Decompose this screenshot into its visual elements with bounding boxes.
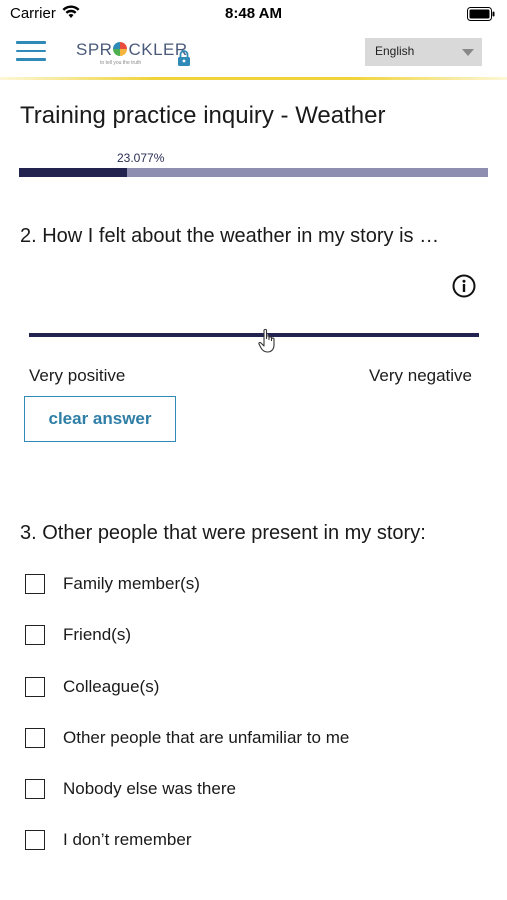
slider-track xyxy=(29,333,479,337)
option-label: Family member(s) xyxy=(63,574,200,593)
logo-sprocket-icon xyxy=(113,42,128,56)
option-label: Other people that are unfamiliar to me xyxy=(63,728,350,747)
scale-max-label: Very negative xyxy=(369,366,473,385)
logo-tagline: to tell you the truth xyxy=(100,60,142,66)
checkbox[interactable] xyxy=(25,574,45,594)
language-selected-value: English xyxy=(375,44,415,58)
option-label: Nobody else was there xyxy=(63,779,236,798)
question-2-text: 2. How I felt about the weather in my st… xyxy=(20,225,440,247)
option-label: Friend(s) xyxy=(63,625,132,644)
language-select[interactable]: English xyxy=(365,38,482,66)
clear-answer-button[interactable]: clear answer xyxy=(24,396,176,442)
logo-wordmark: SPR CKLER xyxy=(76,40,188,59)
status-bar: Carrier 8:48 AM xyxy=(0,0,507,28)
progress-bar-fill xyxy=(19,168,128,177)
progress-label: 23.077% xyxy=(117,151,165,165)
checkbox[interactable] xyxy=(25,830,45,850)
scale-min-label: Very positive xyxy=(29,366,126,385)
progress-bar xyxy=(19,168,488,177)
battery-icon xyxy=(467,7,495,21)
option-label: Colleague(s) xyxy=(63,677,160,696)
page-title: Training practice inquiry - Weather xyxy=(20,102,386,129)
hamburger-menu-icon[interactable] xyxy=(16,41,46,65)
clock: 8:48 AM xyxy=(225,5,282,22)
header-divider xyxy=(0,77,507,80)
checkbox[interactable] xyxy=(25,625,45,645)
pointing-hand-icon xyxy=(258,328,275,353)
checkbox[interactable] xyxy=(25,779,45,799)
sentiment-slider[interactable] xyxy=(29,325,479,353)
app-header: SPR CKLER to tell you the truth English xyxy=(0,28,507,80)
lock-icon xyxy=(178,50,190,66)
sprockler-logo: SPR CKLER to tell you the truth xyxy=(76,38,196,72)
checkbox[interactable] xyxy=(25,677,45,697)
question-3-text: 3. Other people that were present in my … xyxy=(20,522,426,544)
info-icon[interactable] xyxy=(452,274,476,298)
option-label: I don’t remember xyxy=(63,830,192,849)
caret-down-icon xyxy=(462,49,474,56)
checkbox[interactable] xyxy=(25,728,45,748)
